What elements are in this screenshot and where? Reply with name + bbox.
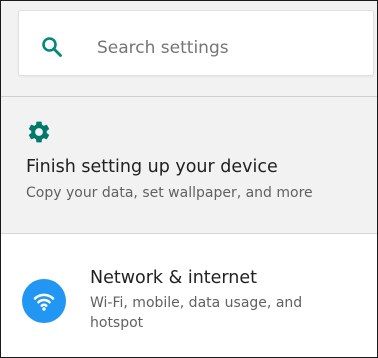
suggestion-title[interactable]: Finish setting up your device	[26, 155, 278, 179]
gear-icon	[26, 119, 52, 145]
suggestion-card[interactable]: Finish setting up your device Copy your …	[1, 97, 377, 233]
search-icon[interactable]	[41, 36, 63, 58]
search-bar[interactable]: Search settings	[18, 10, 374, 76]
suggestion-summary: Copy your data, set wallpaper, and more	[26, 185, 313, 201]
settings-item-network[interactable]: Network & internet Wi-Fi, mobile, data u…	[1, 234, 377, 357]
search-placeholder[interactable]: Search settings	[97, 37, 229, 59]
settings-item-title: Network & internet	[90, 268, 258, 288]
settings-screen: Search settings Finish setting up your d…	[0, 0, 378, 358]
wifi-icon	[22, 279, 66, 323]
settings-list: Network & internet Wi-Fi, mobile, data u…	[1, 234, 377, 357]
settings-item-summary: Wi-Fi, mobile, data usage, and hotspot	[90, 295, 303, 331]
